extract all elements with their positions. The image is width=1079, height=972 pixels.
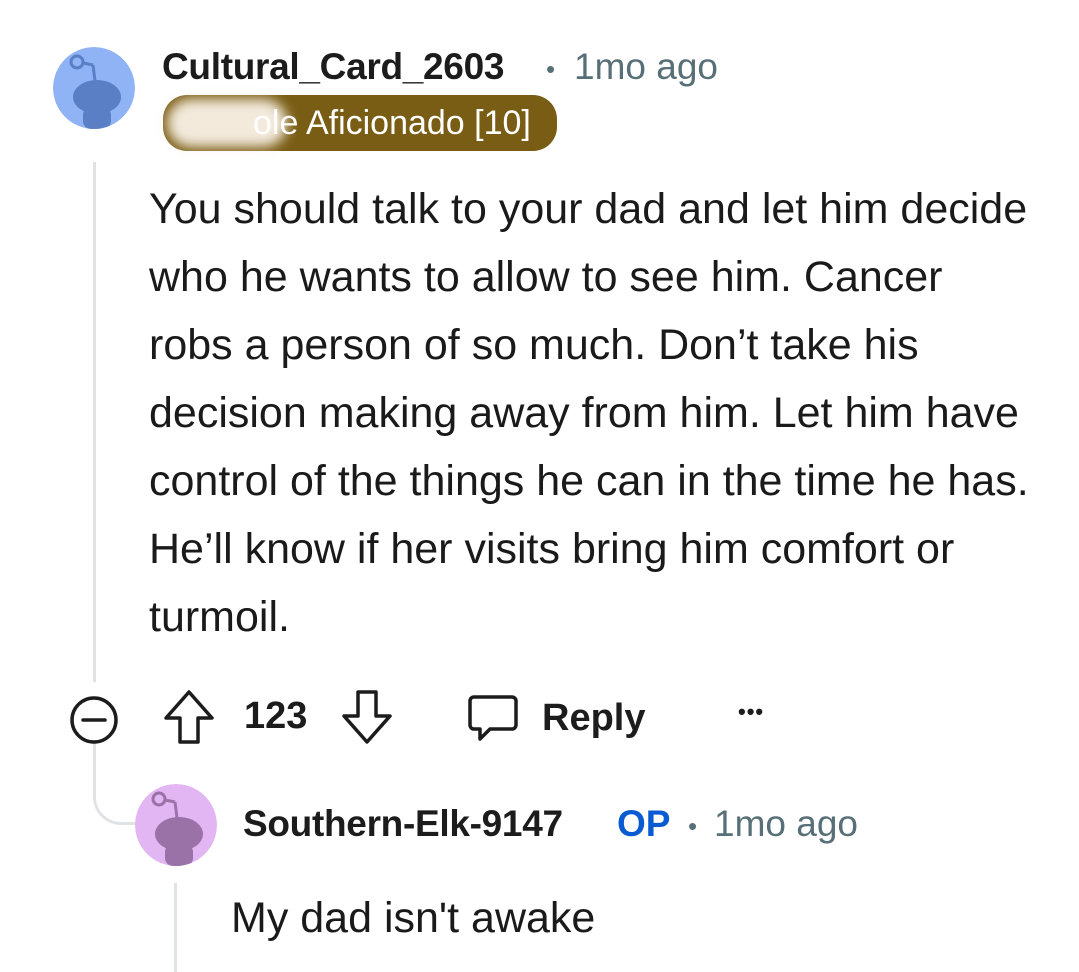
comment-username[interactable]: Cultural_Card_2603: [162, 46, 504, 88]
vote-score: 123: [244, 695, 308, 737]
user-avatar[interactable]: [53, 47, 135, 129]
user-flair: ole Aficionado [10]: [163, 95, 557, 151]
upvote-arrow-icon: [164, 690, 214, 744]
reply-separator-dot: •: [688, 811, 698, 841]
reply-user-avatar[interactable]: [135, 784, 217, 866]
reply-body: My dad isn't awake: [231, 894, 596, 942]
more-options-icon[interactable]: •••: [738, 699, 764, 725]
upvote-button[interactable]: [162, 688, 216, 751]
collapse-minus-icon: [70, 696, 118, 744]
downvote-arrow-icon: [342, 690, 392, 744]
reply-button[interactable]: Reply: [466, 688, 645, 748]
flair-label: ole Aficionado [10]: [253, 104, 531, 142]
op-badge: OP: [617, 803, 671, 844]
collapse-button[interactable]: [68, 694, 120, 751]
downvote-button[interactable]: [340, 688, 394, 751]
comment-body: You should talk to your dad and let him …: [149, 185, 1029, 641]
speech-bubble-icon: [468, 695, 518, 741]
reply-label: Reply: [542, 696, 646, 739]
reply-username[interactable]: Southern-Elk-9147: [243, 803, 563, 845]
thread-line-reply: [174, 883, 177, 972]
thread-line-main: [93, 162, 96, 682]
separator-dot: •: [546, 54, 556, 84]
comment-timestamp[interactable]: 1mo ago: [574, 46, 718, 88]
reply-timestamp[interactable]: 1mo ago: [714, 803, 858, 845]
